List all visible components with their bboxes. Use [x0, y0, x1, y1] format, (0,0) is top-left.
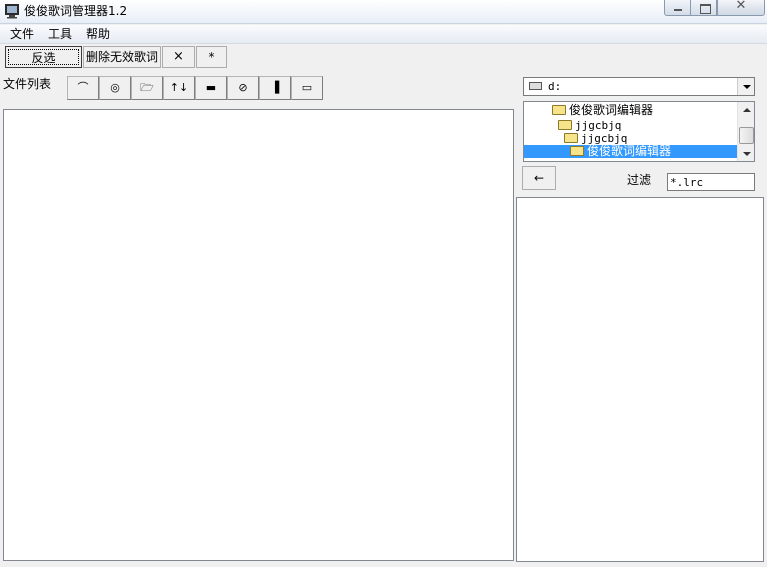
bar-button[interactable]: ▬	[195, 76, 227, 100]
window-button[interactable]: ▭	[291, 76, 323, 100]
menu-tools[interactable]: 工具	[48, 27, 72, 42]
drive-value: d:	[548, 80, 562, 93]
filter-input[interactable]	[667, 173, 755, 191]
eye-button[interactable]: ⊘	[227, 76, 259, 100]
menu-file[interactable]: 文件	[10, 27, 34, 42]
sort-button[interactable]: ↑↓	[163, 76, 195, 100]
invert-select-button[interactable]: 反选	[5, 46, 82, 68]
scroll-thumb[interactable]	[739, 127, 754, 144]
filter-label: 过滤	[627, 173, 652, 187]
column-button[interactable]: ▐	[259, 76, 291, 100]
folder-open-icon	[570, 146, 584, 156]
folder-open-icon	[558, 120, 572, 130]
app-icon	[5, 4, 19, 19]
close-window-button[interactable]: ✕	[717, 0, 765, 16]
maximize-button[interactable]	[690, 0, 717, 16]
title-bar: 俊俊歌词管理器1.2 ✕	[0, 0, 767, 24]
window-title: 俊俊歌词管理器1.2	[24, 4, 128, 18]
invert-select-label: 反选	[8, 49, 79, 65]
close-icon: ✕	[735, 0, 747, 13]
close-file-button[interactable]: ×	[162, 46, 195, 68]
star-button[interactable]: *	[196, 46, 227, 68]
chevron-down-icon[interactable]	[737, 78, 754, 95]
directory-list[interactable]: 俊俊歌词编辑器 jjgcbjq jjgcbjq 俊俊歌词编辑器	[523, 101, 755, 162]
directory-scrollbar[interactable]	[737, 102, 754, 161]
menu-help[interactable]: 帮助	[86, 27, 110, 42]
filtered-file-list[interactable]	[516, 197, 764, 562]
target-button[interactable]: ◎	[99, 76, 131, 100]
delete-invalid-lyrics-button[interactable]: 删除无效歌词	[83, 46, 161, 68]
back-button[interactable]: ←	[522, 166, 556, 190]
dir-item[interactable]: 俊俊歌词编辑器	[552, 104, 653, 117]
minimize-button[interactable]	[664, 0, 691, 16]
dir-item-selected[interactable]: 俊俊歌词编辑器	[524, 145, 738, 158]
folder-open-icon	[552, 105, 566, 115]
drive-select[interactable]: d:	[523, 77, 755, 96]
drive-icon	[529, 82, 542, 90]
folder-open-icon	[564, 133, 578, 143]
menu-bar: 文件 工具 帮助	[0, 25, 767, 44]
arc-button[interactable]: ⌒	[67, 76, 99, 100]
file-list[interactable]	[3, 109, 514, 561]
file-list-label: 文件列表	[3, 77, 52, 91]
dir-item[interactable]: jjgcbjq	[558, 119, 621, 132]
open-folder-button[interactable]: 🗁	[131, 76, 163, 100]
